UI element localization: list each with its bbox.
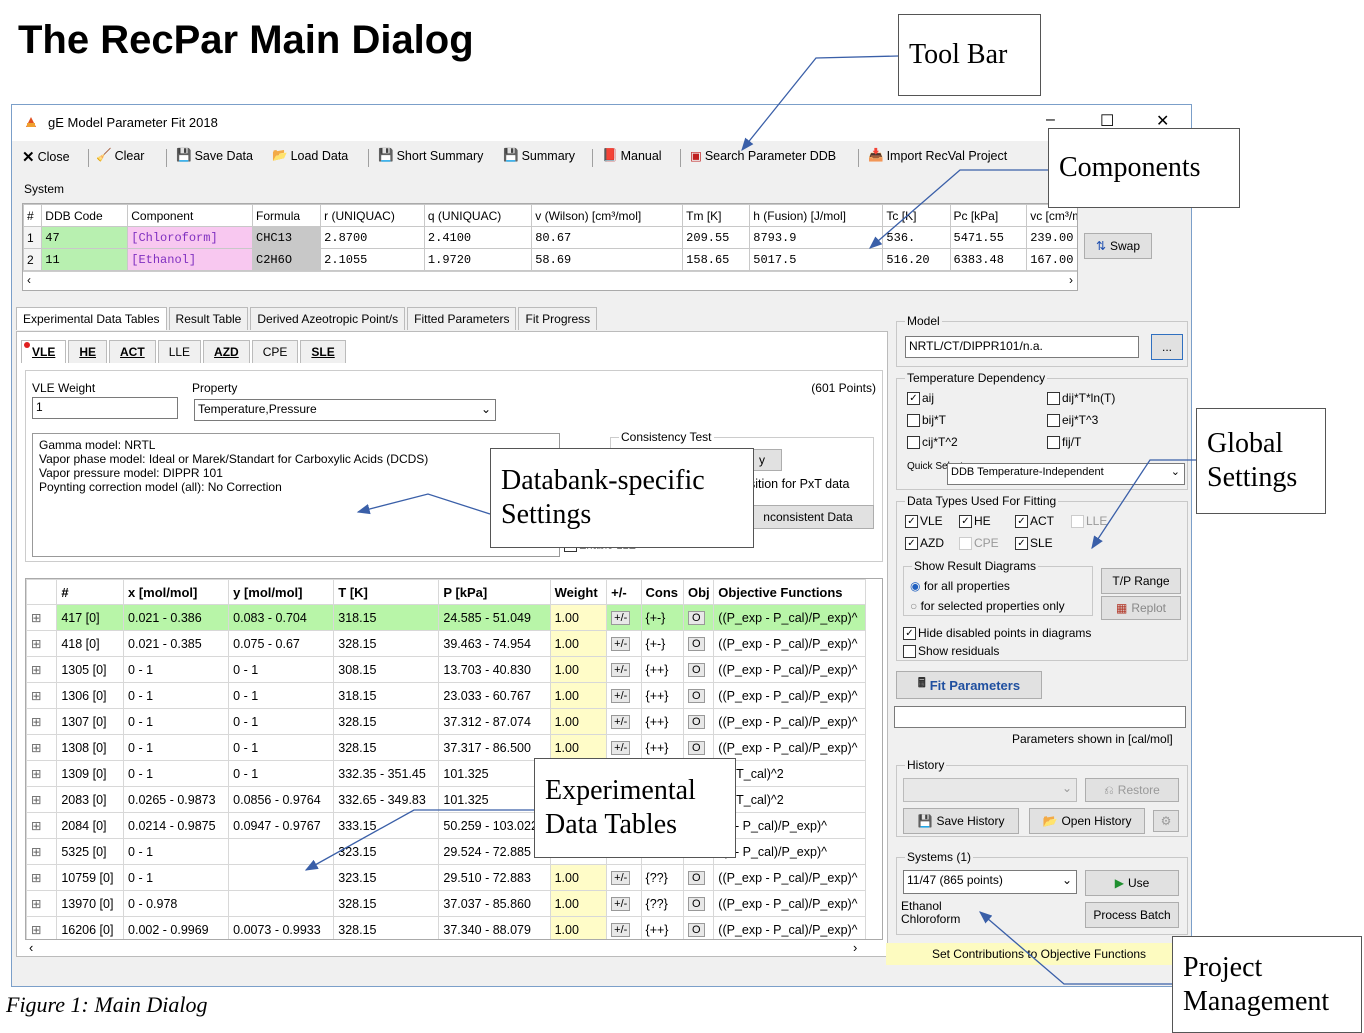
callout-global-settings: Global Settings — [1196, 408, 1326, 514]
callout-project-management: Project Management — [1172, 936, 1362, 1033]
callout-components: Components — [1048, 128, 1240, 208]
arrow-components — [869, 169, 1048, 249]
arrow-experimental — [304, 809, 534, 871]
callout-tool-bar: Tool Bar — [898, 14, 1041, 96]
arrow-global — [1091, 459, 1196, 550]
arrow-databank — [356, 493, 491, 515]
callout-experimental-tables: Experimental Data Tables — [534, 758, 736, 858]
arrow-project — [979, 911, 1172, 985]
callout-databank-settings: Databank-specific Settings — [490, 448, 754, 548]
arrow-toolbar — [741, 55, 899, 152]
